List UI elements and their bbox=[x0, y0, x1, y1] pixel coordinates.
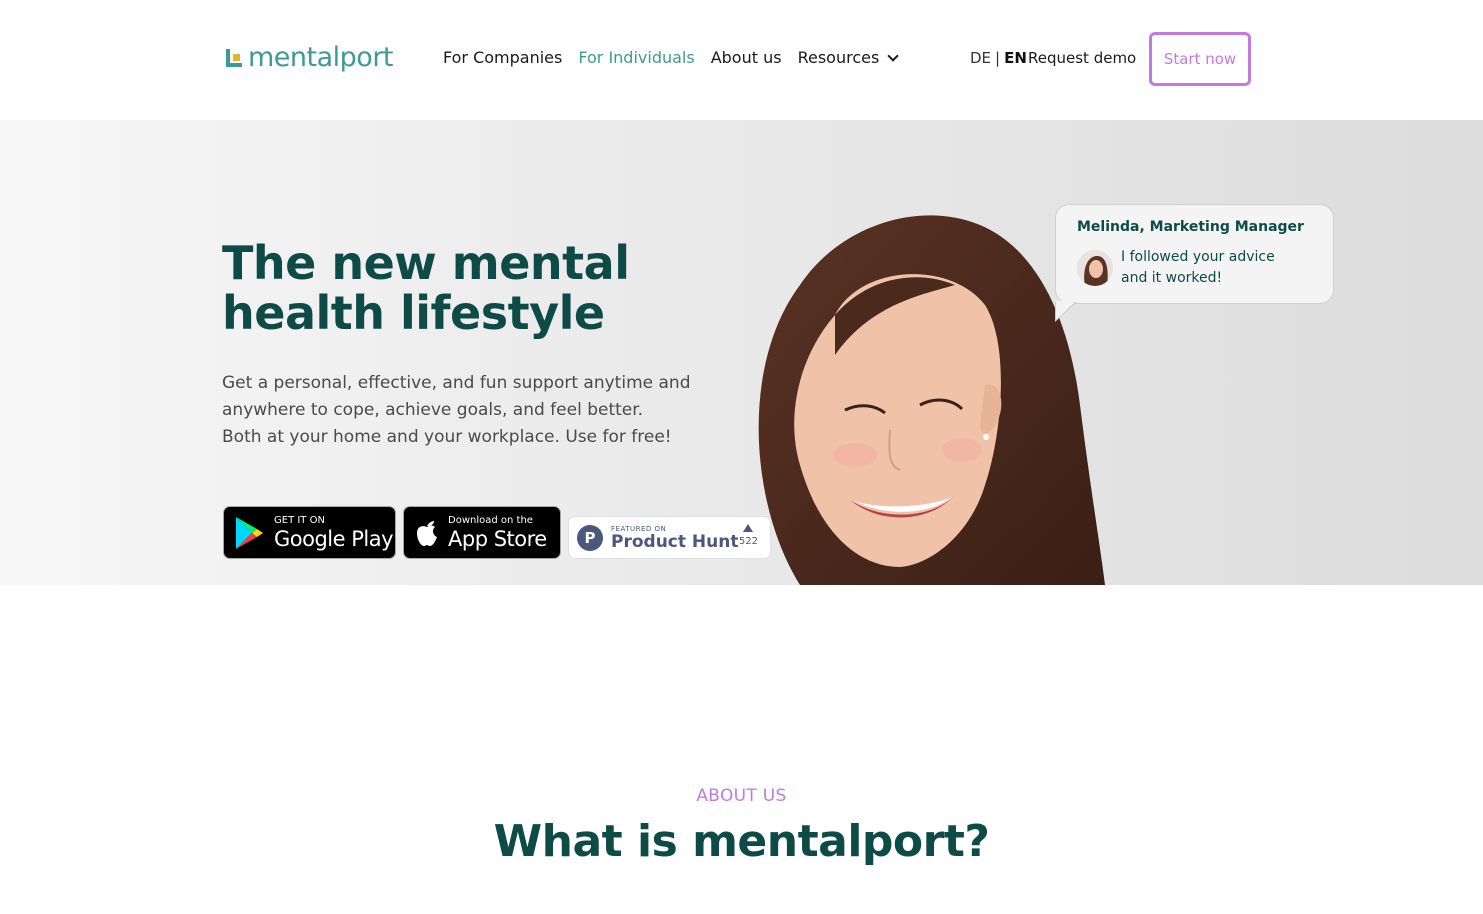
main-nav: For Companies For Individuals About us R… bbox=[443, 48, 899, 67]
nav-resources-label: Resources bbox=[797, 48, 880, 67]
chevron-down-icon bbox=[887, 49, 899, 62]
testimonial-bubble: Melinda, Marketing Manager I followed yo… bbox=[1055, 204, 1334, 304]
google-play-badge[interactable]: GET IT ON Google Play bbox=[223, 506, 396, 559]
google-play-icon bbox=[236, 516, 263, 549]
hero-description: Get a personal, effective, and fun suppo… bbox=[222, 370, 742, 451]
apple-icon bbox=[417, 520, 437, 546]
request-demo-link[interactable]: Request demo bbox=[1028, 49, 1136, 67]
lang-de[interactable]: DE bbox=[970, 49, 991, 67]
language-switcher: DE | EN bbox=[970, 49, 1027, 67]
nav-resources[interactable]: Resources bbox=[797, 48, 899, 67]
testimonial-line: I followed your advice bbox=[1121, 249, 1275, 265]
app-store-small: Download on the bbox=[448, 514, 533, 526]
bubble-tail-inner bbox=[1056, 301, 1076, 320]
site-header: mentalport For Companies For Individuals… bbox=[0, 0, 1483, 120]
about-title: What is mentalport? bbox=[493, 816, 990, 867]
testimonial-name: Melinda, Marketing Manager bbox=[1077, 219, 1304, 235]
testimonial-line: and it worked! bbox=[1121, 270, 1223, 286]
start-now-button[interactable]: Start now bbox=[1149, 32, 1251, 86]
hero-section: The new mental health lifestyle Get a pe… bbox=[0, 120, 1483, 585]
store-badges: GET IT ON Google Play Download on the Ap… bbox=[223, 506, 771, 559]
about-eyebrow: ABOUT US bbox=[696, 786, 787, 806]
lang-en[interactable]: EN bbox=[1004, 49, 1027, 67]
nav-for-individuals[interactable]: For Individuals bbox=[578, 48, 694, 67]
hero-desc-line: Get a personal, effective, and fun suppo… bbox=[222, 373, 691, 393]
app-store-badge[interactable]: Download on the App Store bbox=[403, 506, 561, 559]
nav-about-us[interactable]: About us bbox=[711, 48, 782, 67]
lang-separator: | bbox=[995, 49, 1001, 67]
product-hunt-icon: P bbox=[577, 524, 603, 551]
logo-icon bbox=[226, 48, 242, 67]
hero-desc-line: Both at your home and your workplace. Us… bbox=[222, 427, 672, 447]
product-hunt-big: Product Hunt bbox=[611, 531, 739, 552]
testimonial-avatar bbox=[1077, 250, 1113, 286]
hero-desc-line: anywhere to cope, achieve goals, and fee… bbox=[222, 400, 644, 420]
app-store-big: App Store bbox=[448, 526, 547, 551]
google-play-small: GET IT ON bbox=[274, 514, 325, 526]
hero-title: The new mental health lifestyle bbox=[222, 236, 630, 340]
nav-for-companies[interactable]: For Companies bbox=[443, 48, 562, 67]
logo[interactable]: mentalport bbox=[226, 42, 394, 73]
google-play-big: Google Play bbox=[274, 526, 394, 551]
logo-text: mentalport bbox=[248, 42, 394, 73]
testimonial-text: I followed your advice and it worked! bbox=[1121, 247, 1275, 289]
